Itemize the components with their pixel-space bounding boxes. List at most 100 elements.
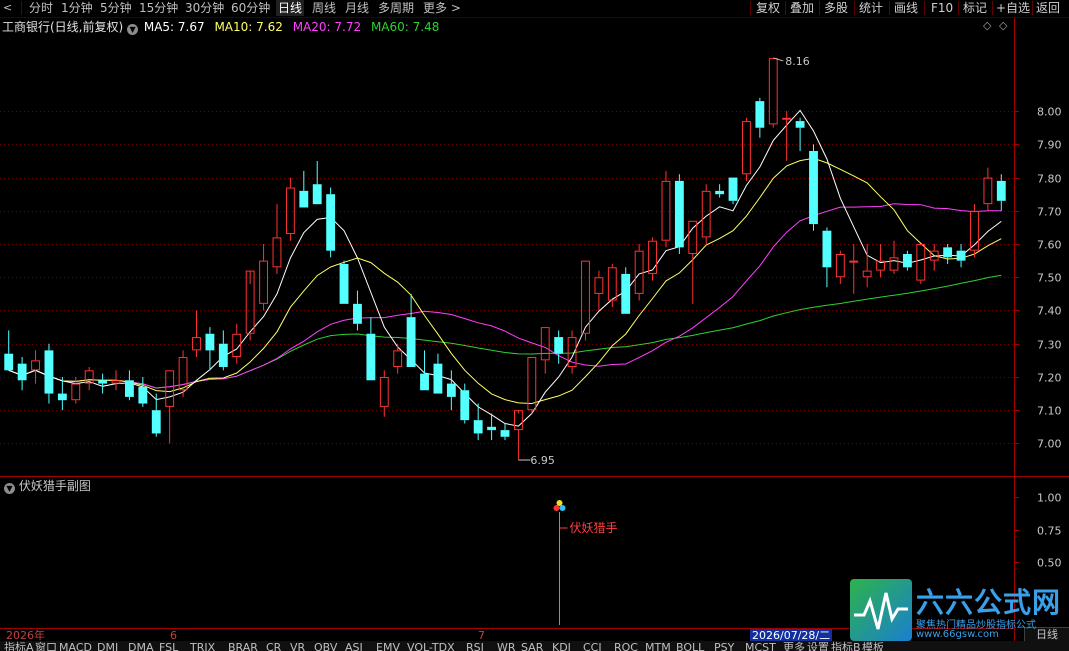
- candle-body: [916, 244, 926, 281]
- candle-body: [996, 180, 1006, 201]
- indicator-tab[interactable]: 指标B: [831, 641, 861, 651]
- candle: [835, 250, 845, 284]
- candle-body: [983, 177, 993, 205]
- candle-body: [339, 263, 349, 304]
- indicator-tab[interactable]: SAR: [521, 641, 543, 651]
- candle: [125, 370, 134, 401]
- candle-body: [393, 350, 403, 367]
- watermark-logo: 六六公式网 聚焦热门精品炒股指标公式 www.66gsw.com: [850, 579, 1065, 641]
- candle-body: [956, 250, 966, 261]
- candle-body: [446, 383, 456, 397]
- indicator-tab[interactable]: VOL-TDX: [407, 641, 455, 651]
- indicator-tab[interactable]: BRAR: [228, 641, 258, 651]
- candle: [151, 393, 161, 437]
- candle-body: [889, 257, 899, 271]
- sub-dropdown-icon[interactable]: ▼: [4, 483, 15, 494]
- indicator-tab[interactable]: 更多: [783, 641, 805, 651]
- sub-tick-label: 0.50: [1037, 557, 1062, 570]
- candle-body: [31, 360, 40, 371]
- price-axis: 7.00 7.10 7.20 7.30 7.40 7.50 7.60 7.70 7.80 7.90…: [1014, 106, 1062, 451]
- indicator-tab[interactable]: 指标A: [4, 641, 34, 651]
- indicator-tab[interactable]: ROC: [614, 641, 638, 651]
- indicator-tab[interactable]: WR: [497, 641, 516, 651]
- candle-body: [353, 303, 362, 324]
- candle: [393, 343, 403, 374]
- settings-ring-icon[interactable]: ◇: [999, 19, 1007, 32]
- candle-body: [862, 270, 872, 278]
- indicator-tab[interactable]: PSY: [714, 641, 734, 651]
- indicator-tab[interactable]: RSI: [466, 641, 484, 651]
- candle: [446, 370, 456, 411]
- sub-chart-title: 伏妖猎手副图: [18, 479, 91, 493]
- indicator-tab[interactable]: ASI: [345, 641, 363, 651]
- indicator-tab[interactable]: TRIX: [190, 641, 215, 651]
- price-tick-label: 7.00: [1037, 438, 1062, 451]
- low-price-label: 6.95: [530, 454, 555, 467]
- candle-body: [661, 180, 671, 241]
- indicator-tab[interactable]: MCST: [745, 641, 776, 651]
- candle: [98, 373, 108, 394]
- candle-body: [795, 121, 805, 128]
- indicator-tab[interactable]: BOLL: [676, 641, 704, 651]
- price-tick-label: 7.40: [1037, 305, 1062, 318]
- candle: [4, 330, 14, 371]
- signal-dot-red: [553, 505, 560, 511]
- candle-body: [433, 363, 443, 394]
- candle-body: [849, 260, 859, 263]
- candle: [433, 353, 443, 394]
- diamond-icon[interactable]: ◇: [983, 19, 991, 32]
- candle-body: [312, 184, 322, 205]
- candle: [84, 366, 94, 391]
- indicator-tab[interactable]: 模板: [862, 641, 884, 651]
- candle: [178, 350, 188, 397]
- candle: [540, 327, 550, 374]
- candle-body: [192, 337, 201, 351]
- indicator-tab[interactable]: 设置: [807, 641, 829, 651]
- ma10-label: MA10: 7.62: [214, 20, 283, 34]
- indicator-tab[interactable]: OBV: [314, 641, 337, 651]
- price-tick-label: 7.70: [1037, 206, 1062, 219]
- candle: [192, 310, 201, 358]
- candle: [782, 111, 792, 161]
- candle-body: [902, 254, 912, 268]
- candle-body: [285, 187, 295, 235]
- candle: [849, 244, 859, 294]
- indicator-tab[interactable]: VR: [290, 641, 305, 651]
- moving-average-lines: [8, 109, 1002, 427]
- indicator-tab[interactable]: EMV: [376, 641, 400, 651]
- candle-body: [634, 250, 644, 294]
- candle-body: [822, 230, 832, 268]
- candle: [594, 270, 604, 311]
- candle-body: [420, 373, 429, 391]
- high-pointer: [773, 57, 784, 62]
- candle: [406, 293, 416, 367]
- candle-body: [460, 390, 470, 421]
- price-tick-label: 7.30: [1037, 339, 1062, 352]
- candle-body: [366, 333, 376, 381]
- indicator-tab[interactable]: MTM: [645, 641, 671, 651]
- candle-body: [4, 353, 14, 371]
- candle: [822, 227, 832, 288]
- candle-body: [500, 430, 510, 437]
- indicator-tab[interactable]: CCI: [583, 641, 602, 651]
- candle-body: [326, 194, 336, 251]
- logo-title: 六六公式网: [916, 586, 1062, 619]
- indicator-tab[interactable]: DMA: [128, 641, 154, 651]
- candle: [621, 267, 631, 314]
- candle-body: [581, 260, 590, 334]
- candle-body: [379, 376, 389, 407]
- indicator-tab[interactable]: 窗口: [35, 641, 57, 651]
- indicator-tab[interactable]: DMI: [97, 641, 118, 651]
- candle: [795, 117, 805, 151]
- indicator-tab[interactable]: MACD: [59, 641, 92, 651]
- indicator-tab[interactable]: FSL: [159, 641, 178, 651]
- candle-body: [674, 180, 684, 248]
- candle: [970, 204, 979, 258]
- candle-body: [259, 260, 268, 304]
- candle: [809, 144, 818, 231]
- indicator-tab[interactable]: KDJ: [552, 641, 571, 651]
- settings-dropdown-icon[interactable]: ▼: [127, 24, 139, 35]
- indicator-tab[interactable]: CR: [266, 641, 281, 651]
- candle: [500, 423, 510, 441]
- candle-body: [715, 190, 725, 195]
